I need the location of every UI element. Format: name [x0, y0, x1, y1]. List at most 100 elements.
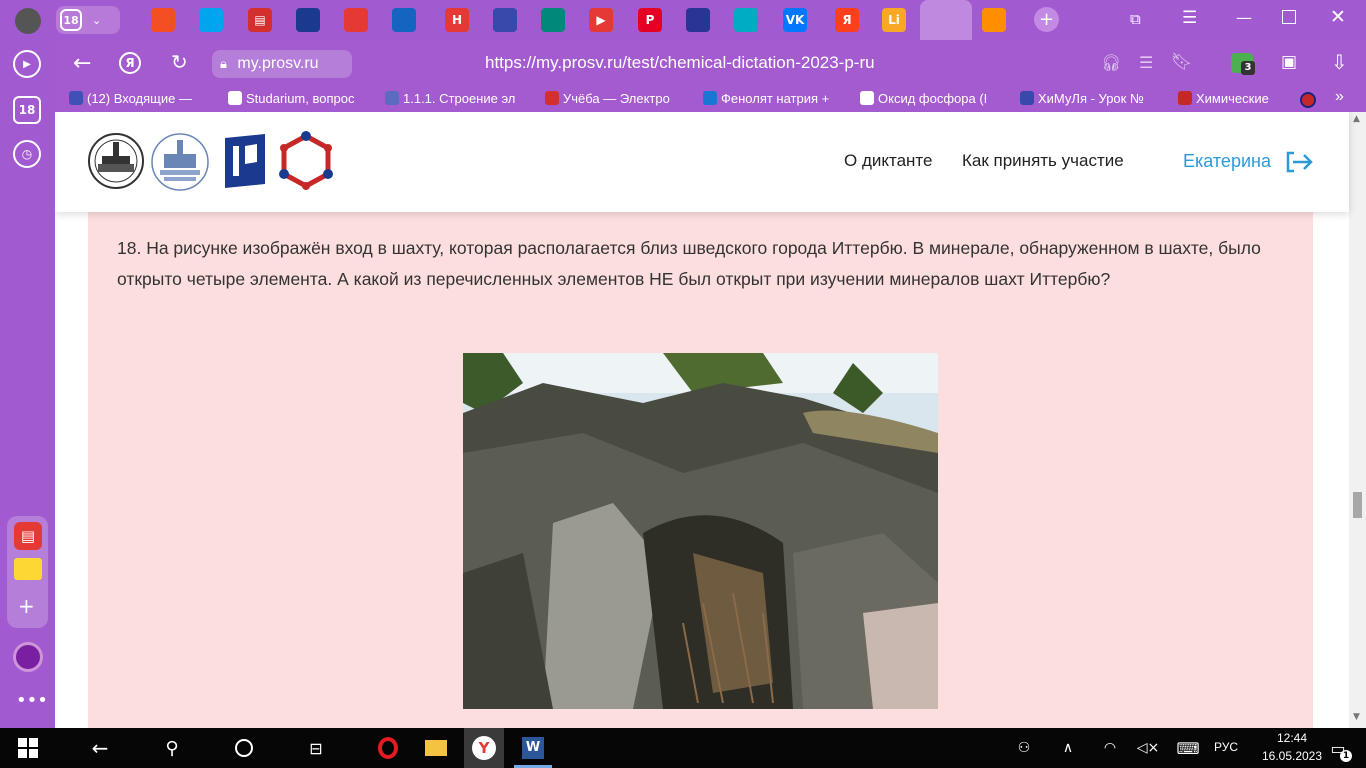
tab-collections-icon[interactable]: ⧉	[1130, 10, 1150, 30]
clock-time[interactable]: 12:44	[1262, 731, 1322, 745]
msu-logo[interactable]	[87, 132, 145, 190]
collections-icon[interactable]: ▣	[1281, 52, 1297, 72]
history-icon[interactable]: ◷	[13, 140, 41, 168]
yandex-browser-taskbar-icon[interactable]: Y	[464, 728, 504, 768]
back-arrow-icon[interactable]: ←	[88, 736, 112, 760]
tab-icon-8[interactable]	[493, 8, 517, 32]
minimize-button[interactable]: —	[1236, 8, 1252, 27]
alice-assistant-icon[interactable]	[13, 642, 43, 672]
keyboard-icon[interactable]: ⌨	[1176, 736, 1200, 760]
start-button[interactable]	[16, 736, 40, 760]
bookmark-item[interactable]: Фенолят натрия +	[703, 91, 851, 106]
back-icon[interactable]: ←	[73, 51, 91, 76]
tab-bar: 18 ⌄ ▤ H ▶ P VK Я Li + ⧉ ☰ — ✕	[0, 0, 1366, 40]
bookmark-favicon-icon	[1178, 91, 1192, 105]
mail-app-icon[interactable]	[14, 558, 42, 580]
bookmark-label: Studarium, вопрос	[246, 91, 355, 106]
notification-count: 1	[1340, 750, 1352, 762]
windows-tiles-icon[interactable]	[151, 8, 175, 32]
add-app-icon[interactable]: +	[18, 594, 35, 618]
input-language[interactable]: РУС	[1214, 740, 1238, 754]
prosv-icon[interactable]	[296, 8, 320, 32]
docs-icon[interactable]: ▤	[248, 8, 272, 32]
bookmark-favicon-icon	[545, 91, 559, 105]
bookmark-favicon-icon	[228, 91, 242, 105]
people-icon[interactable]: ⚇	[1012, 736, 1036, 760]
bookmark-item[interactable]: Оксид фосфора (I	[860, 91, 1010, 106]
bookmark-label: (12) Входящие —	[87, 91, 192, 106]
vertical-scrollbar[interactable]: ▲ ▼	[1349, 112, 1366, 728]
scroll-up-icon[interactable]: ▲	[1353, 114, 1360, 124]
file-explorer-icon[interactable]	[424, 736, 448, 760]
uk-flag-icon[interactable]	[1300, 92, 1316, 108]
bookmark-label: Химические	[1196, 91, 1269, 106]
headphones-icon[interactable]: 🎧︎	[1101, 53, 1121, 72]
menu-icon[interactable]: ☰	[1182, 8, 1197, 28]
tray-chevron-icon[interactable]: ∧	[1056, 736, 1080, 760]
extensions-badge: 3	[1241, 61, 1255, 75]
pinterest-icon[interactable]: P	[638, 8, 662, 32]
microsoft-icon[interactable]	[199, 8, 223, 32]
reader-icon[interactable]: ☰	[1139, 53, 1153, 72]
reload-icon[interactable]: ↻	[171, 50, 188, 74]
scroll-down-icon[interactable]: ▼	[1353, 712, 1360, 722]
bookmark-favicon-icon	[703, 91, 717, 105]
more-bookmarks-icon[interactable]: »	[1335, 88, 1344, 106]
vk-icon[interactable]: VK	[783, 8, 807, 32]
profile-avatar[interactable]	[15, 8, 41, 34]
nav-about-dictation[interactable]: О диктанте	[844, 151, 932, 171]
bookmark-label: Фенолят натрия +	[721, 91, 830, 106]
tab-counter-button[interactable]: 18 ⌄	[56, 6, 120, 34]
tab-icon-12[interactable]	[686, 8, 710, 32]
web-page: О диктанте Как принять участие Екатерина…	[55, 112, 1366, 728]
tabs-badge-icon[interactable]: 18	[13, 96, 41, 124]
wifi-icon[interactable]: ◠	[1098, 736, 1122, 760]
logout-icon[interactable]	[1284, 150, 1314, 174]
question-card: 18. На рисунке изображён вход в шахту, к…	[88, 212, 1313, 728]
prosveshchenie-logo[interactable]	[223, 132, 267, 190]
cortana-icon[interactable]	[232, 736, 256, 760]
chemistry-faculty-logo[interactable]	[150, 132, 210, 192]
tab-icon-16[interactable]: Li	[882, 8, 906, 32]
new-tab-button[interactable]: +	[1034, 7, 1059, 32]
bookmark-item[interactable]: Studarium, вопрос	[228, 91, 376, 106]
nav-how-to-participate[interactable]: Как принять участие	[962, 151, 1124, 171]
clock-date[interactable]: 16.05.2023	[1252, 749, 1332, 763]
bookmark-item[interactable]: Химические	[1178, 91, 1288, 106]
question-text: 18. На рисунке изображён вход в шахту, к…	[117, 238, 1261, 289]
bookmark-icon[interactable]: 🔖︎	[1171, 52, 1193, 72]
word-icon[interactable]: W	[521, 736, 545, 760]
bookmark-item[interactable]: (12) Входящие —	[69, 91, 219, 106]
bookmark-favicon-icon	[69, 91, 83, 105]
task-view-icon[interactable]: ⊟	[304, 736, 328, 760]
tab-icon-13[interactable]	[734, 8, 758, 32]
scroll-thumb[interactable]	[1353, 492, 1362, 518]
tab-icon-7[interactable]: H	[445, 8, 469, 32]
bookmark-item[interactable]: Учёба — Электро	[545, 91, 693, 106]
tab-icon-10[interactable]: ▶	[589, 8, 613, 32]
play-icon[interactable]: ▶	[13, 50, 41, 78]
active-tab[interactable]	[920, 0, 972, 40]
molecule-logo[interactable]	[278, 130, 334, 192]
site-info-chip[interactable]: 🔒︎ my.prosv.ru	[212, 50, 352, 78]
more-icon[interactable]: •••	[16, 690, 48, 711]
search-icon[interactable]: ⚲	[160, 736, 184, 760]
close-button[interactable]: ✕	[1330, 6, 1346, 28]
docs-app-icon[interactable]: ▤	[14, 522, 42, 550]
site-domain: my.prosv.ru	[237, 55, 319, 72]
chevron-down-icon: ⌄	[92, 13, 102, 27]
tab-icon-5[interactable]	[344, 8, 368, 32]
yandex-home-icon[interactable]: Я	[119, 52, 141, 74]
bookmark-item[interactable]: 1.1.1. Строение эл	[385, 91, 535, 106]
tab-icon-9[interactable]	[541, 8, 565, 32]
tab-icon-6[interactable]	[392, 8, 416, 32]
user-name-link[interactable]: Екатерина	[1183, 151, 1271, 172]
volume-muted-icon[interactable]: ◁×	[1136, 736, 1160, 760]
yandex-icon[interactable]: Я	[835, 8, 859, 32]
maximize-button[interactable]	[1282, 10, 1296, 24]
tab-icon-18[interactable]	[982, 8, 1006, 32]
bookmark-item[interactable]: ХиМуЛя - Урок №	[1020, 91, 1170, 106]
opera-icon[interactable]	[376, 736, 400, 760]
downloads-icon[interactable]: ⇩	[1331, 50, 1348, 74]
url-field[interactable]: https://my.prosv.ru/test/chemical-dictat…	[485, 53, 875, 73]
